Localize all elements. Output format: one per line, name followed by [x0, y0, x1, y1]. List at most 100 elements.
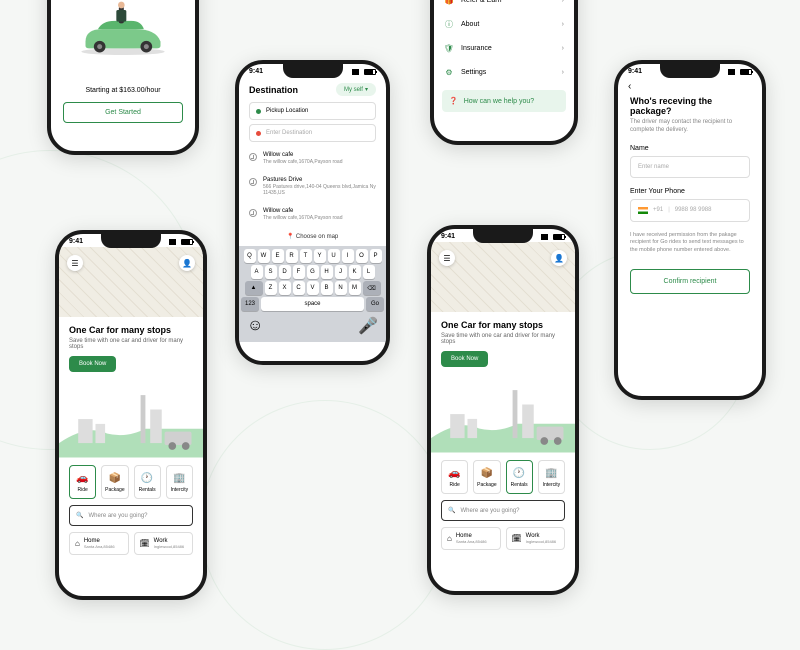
onboarding-screen: Starting at $163.00/hour Get Started — [47, 0, 199, 155]
key-M[interactable]: M — [349, 281, 361, 295]
key-S[interactable]: S — [265, 265, 277, 279]
keyboard: QWERTYUIOP ASDFGHJKL ▲ZXCVBNM⌫ 123 space G… — [239, 246, 386, 342]
shift-key[interactable]: ▲ — [245, 281, 263, 295]
home-icon: ⌂ — [75, 539, 80, 548]
menu-item-settings[interactable]: ⚙Settings› — [442, 60, 566, 84]
phone-input[interactable]: +91 | 9988 98 9988 — [630, 199, 750, 222]
key-N[interactable]: N — [335, 281, 347, 295]
key-space[interactable]: space — [261, 297, 364, 311]
key-C[interactable]: C — [293, 281, 305, 295]
key-123[interactable]: 123 — [241, 297, 259, 311]
choose-on-map-link[interactable]: 📍 Choose on map — [239, 227, 386, 246]
price-text: Starting at $163.00/hour — [51, 87, 195, 94]
key-G[interactable]: G — [307, 265, 319, 279]
tab-intercity[interactable]: 🏢Intercity — [538, 460, 565, 494]
map-view[interactable]: ☰ 👤 — [431, 242, 575, 312]
destination-screen: 9:41 Destination My self ▾ Pickup Locati… — [235, 60, 390, 365]
key-Q[interactable]: Q — [244, 249, 256, 263]
mic-icon[interactable]: 🎤 — [358, 316, 378, 336]
menu-icon: 🛡 — [444, 43, 454, 53]
key-Y[interactable]: Y — [314, 249, 326, 263]
menu-button[interactable]: ☰ — [439, 250, 455, 266]
tab-package[interactable]: 📦Package — [101, 465, 128, 499]
quick-link-work[interactable]: 🗓WorkInglewood,85486 — [134, 532, 194, 555]
clock-icon — [249, 153, 257, 161]
destination-dot-icon — [256, 131, 261, 136]
name-input[interactable]: Enter name — [630, 156, 750, 178]
confirm-button[interactable]: Confirm recipient — [630, 269, 750, 294]
key-R[interactable]: R — [286, 249, 298, 263]
profile-button[interactable]: 👤 — [551, 250, 567, 266]
chevron-right-icon: › — [562, 45, 564, 52]
key-D[interactable]: D — [279, 265, 291, 279]
menu-item-insurance[interactable]: 🛡Insurance› — [442, 36, 566, 60]
chevron-right-icon: › — [562, 0, 564, 4]
quick-link-home[interactable]: ⌂HomeSanta Ana,85486 — [441, 527, 501, 550]
search-input[interactable]: 🔍Where are you going? — [441, 500, 565, 521]
back-button[interactable]: ‹ — [618, 77, 762, 96]
key-O[interactable]: O — [356, 249, 368, 263]
quick-link-home[interactable]: ⌂HomeSanta Ana,85486 — [69, 532, 129, 555]
tab-package[interactable]: 📦Package — [473, 460, 500, 494]
book-now-button[interactable]: Book Now — [69, 356, 116, 372]
backspace-key[interactable]: ⌫ — [363, 281, 381, 295]
key-F[interactable]: F — [293, 265, 305, 279]
key-H[interactable]: H — [321, 265, 333, 279]
menu-item-about[interactable]: ⓘAbout› — [442, 12, 566, 36]
map-view[interactable]: ☰ 👤 — [59, 247, 203, 317]
tab-ride[interactable]: 🚗Ride — [441, 460, 468, 494]
key-V[interactable]: V — [307, 281, 319, 295]
key-go[interactable]: Go — [366, 297, 384, 311]
destination-input[interactable]: Enter Destination — [249, 124, 376, 142]
search-icon: 🔍 — [76, 512, 83, 519]
consent-text: I have received permission from the paka… — [630, 232, 750, 255]
help-icon: ❓ — [449, 97, 458, 105]
suggestion-item[interactable]: Willow cafeThe willow cafe,1670A,Payson … — [239, 146, 386, 171]
flag-icon — [638, 207, 648, 214]
key-K[interactable]: K — [349, 265, 361, 279]
clock-icon — [249, 209, 257, 217]
get-started-button[interactable]: Get Started — [63, 102, 183, 123]
key-P[interactable]: P — [370, 249, 382, 263]
book-now-button[interactable]: Book Now — [441, 351, 488, 367]
key-E[interactable]: E — [272, 249, 284, 263]
key-B[interactable]: B — [321, 281, 333, 295]
work-icon: 🗓 — [512, 534, 522, 543]
rider-chip[interactable]: My self ▾ — [336, 83, 376, 96]
name-label: Name — [630, 145, 750, 152]
key-A[interactable]: A — [251, 265, 263, 279]
help-banner[interactable]: ❓How can we help you? — [442, 90, 566, 112]
search-input[interactable]: 🔍Where are you going? — [69, 505, 193, 526]
key-W[interactable]: W — [258, 249, 270, 263]
emoji-icon[interactable]: ☺ — [247, 317, 263, 335]
quick-link-work[interactable]: 🗓WorkInglewood,85486 — [506, 527, 566, 550]
hero-subtitle: Save time with one car and driver for ma… — [441, 333, 565, 345]
menu-icon: 🎁 — [444, 0, 454, 5]
menu-item-referearn[interactable]: 🎁Refer & Earn› — [442, 0, 566, 12]
tab-ride[interactable]: 🚗Ride — [69, 465, 96, 499]
suggestion-item[interactable]: Willow cafeThe willow cafe,1670A,Payson … — [239, 202, 386, 227]
car-illustration — [51, 0, 195, 77]
suggestion-item[interactable]: Pastures Drive566 Pastures drive,140-04 … — [239, 171, 386, 202]
key-U[interactable]: U — [328, 249, 340, 263]
home-screen-rentals: 9:41 ☰ 👤 One Car for many stops Save tim… — [427, 225, 579, 595]
menu-button[interactable]: ☰ — [67, 255, 83, 271]
menu-screen: 💳Payments›🎁Refer & Earn›ⓘAbout›🛡Insuranc… — [430, 0, 578, 145]
key-L[interactable]: L — [363, 265, 375, 279]
page-description: The driver may contact the recipient to … — [630, 119, 750, 135]
key-I[interactable]: I — [342, 249, 354, 263]
city-illustration — [59, 384, 203, 459]
key-X[interactable]: X — [279, 281, 291, 295]
tab-rentals[interactable]: 🕐Rentals — [506, 460, 533, 494]
profile-button[interactable]: 👤 — [179, 255, 195, 271]
key-T[interactable]: T — [300, 249, 312, 263]
clock-icon — [249, 178, 257, 186]
tab-intercity[interactable]: 🏢Intercity — [166, 465, 193, 499]
page-title: Destination — [249, 85, 298, 95]
key-Z[interactable]: Z — [265, 281, 277, 295]
pickup-input[interactable]: Pickup Location — [249, 102, 376, 120]
key-J[interactable]: J — [335, 265, 347, 279]
chevron-right-icon: › — [562, 21, 564, 28]
phone-label: Enter Your Phone — [630, 188, 750, 195]
tab-rentals[interactable]: 🕐Rentals — [134, 465, 161, 499]
